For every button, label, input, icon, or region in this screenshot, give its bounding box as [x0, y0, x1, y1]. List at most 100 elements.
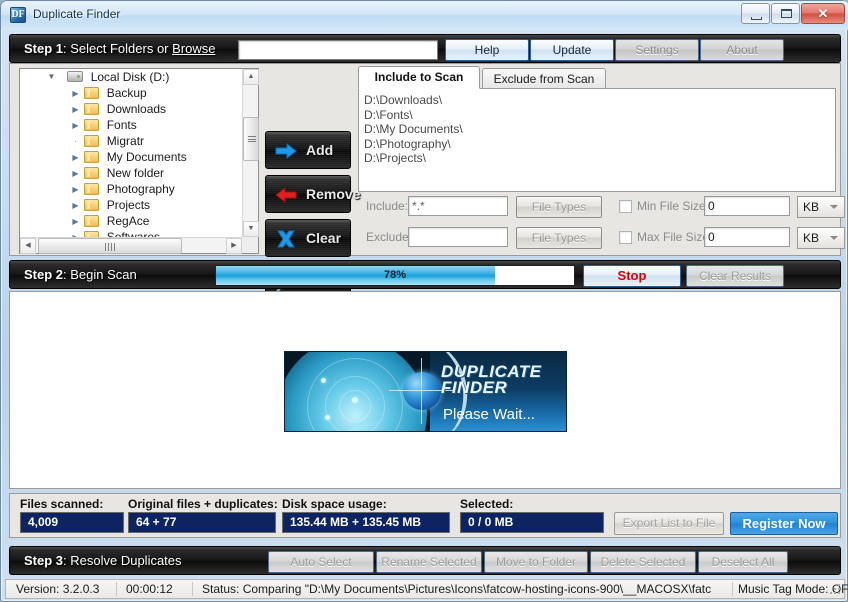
include-filter-input[interactable]: *.* — [408, 196, 508, 216]
scroll-thumb-grip — [105, 243, 115, 251]
scrollbar-corner — [242, 237, 258, 253]
files-scanned-label: Files scanned: — [20, 497, 104, 511]
scan-progress-bar: 78% — [215, 265, 575, 286]
tree-item-label: My Documents — [106, 150, 187, 164]
scroll-up-icon[interactable]: ▲ — [243, 69, 259, 85]
scroll-right-icon[interactable]: ▶ — [226, 238, 242, 254]
tab-exclude-from-scan[interactable]: Exclude from Scan — [482, 68, 606, 89]
radar-blip — [321, 378, 326, 383]
step1-number: Step 1 — [24, 41, 64, 56]
please-wait-banner: DUPLICATE FINDER Please Wait... — [284, 351, 567, 432]
chevron-right-icon[interactable]: ▶ — [70, 182, 81, 198]
auto-select-button[interactable]: Auto Select — [268, 551, 374, 573]
app-icon: DF — [10, 7, 26, 23]
folder-tree-content: ▼ Local Disk (D:) ▶ Backup ▶ Downloads ▶ — [20, 69, 242, 237]
chevron-right-icon[interactable]: ▶ — [70, 150, 81, 166]
scan-progress-label: 78% — [383, 269, 407, 281]
include-file-types-button[interactable]: File Types — [516, 196, 602, 218]
chevron-right-icon[interactable]: ▶ — [70, 102, 81, 118]
exclude-filter-label: Exclude: — [366, 230, 413, 244]
update-button[interactable]: Update — [530, 39, 614, 61]
about-button[interactable]: About — [700, 39, 784, 61]
scroll-down-icon[interactable]: ▼ — [243, 221, 259, 237]
exclude-filter-input[interactable] — [408, 227, 508, 247]
maximize-button[interactable] — [771, 3, 800, 24]
max-file-size-input[interactable]: 0 — [704, 227, 790, 247]
remove-button-label: Remove — [306, 186, 361, 202]
chevron-right-icon[interactable]: ▶ — [70, 198, 81, 214]
disk-space-value: 135.44 MB + 135.45 MB — [282, 512, 450, 533]
tree-vertical-scrollbar[interactable]: ▲ ▼ — [242, 69, 259, 237]
tree-item[interactable]: ▶ Projects — [20, 197, 242, 213]
include-path-list[interactable]: D:\Downloads\ D:\Fonts\ D:\My Documents\… — [358, 88, 836, 192]
tree-item[interactable]: ▶ RegAce — [20, 213, 242, 229]
step1-title: Step 1: Select Folders or Browse — [24, 41, 215, 56]
folder-icon — [84, 135, 100, 147]
selected-label: Selected: — [460, 497, 514, 511]
folder-icon — [84, 151, 100, 163]
clear-button[interactable]: Clear — [265, 219, 351, 257]
browse-input[interactable] — [238, 40, 438, 60]
step2-title: Step 2: Begin Scan — [24, 267, 137, 282]
rename-selected-button[interactable]: Rename Selected — [376, 551, 482, 573]
exclude-file-types-button[interactable]: File Types — [516, 227, 602, 249]
chevron-right-icon[interactable]: ▶ — [70, 230, 81, 237]
max-file-size-unit-select[interactable]: KB — [797, 227, 845, 249]
tree-item[interactable]: ▶ Fonts — [20, 117, 242, 133]
close-button[interactable]: ✕ — [801, 3, 845, 24]
stop-button[interactable]: Stop — [583, 265, 681, 287]
min-file-size-label: Min File Size — [637, 199, 706, 213]
step2-text: Begin Scan — [70, 267, 137, 282]
vertical-scroll-thumb[interactable] — [243, 117, 259, 161]
min-file-size-unit-select[interactable]: KB — [797, 196, 845, 218]
tree-item[interactable]: · Migratr — [20, 133, 242, 149]
deselect-all-button[interactable]: Deselect All — [698, 551, 788, 573]
minimize-button[interactable] — [741, 3, 770, 24]
add-button[interactable]: Add — [265, 131, 351, 169]
help-button[interactable]: Help — [445, 39, 529, 61]
chevron-right-icon[interactable]: ▶ — [70, 86, 81, 102]
globe-icon — [403, 372, 441, 410]
tree-item-label: Migratr — [106, 134, 145, 148]
chevron-down-icon — [830, 205, 838, 209]
min-file-size-input[interactable]: 0 — [704, 196, 790, 216]
path-list-item[interactable]: D:\Fonts\ — [359, 108, 835, 123]
chevron-right-icon[interactable]: ▶ — [70, 214, 81, 230]
folder-tree[interactable]: ▼ Local Disk (D:) ▶ Backup ▶ Downloads ▶ — [19, 68, 259, 254]
tree-item[interactable]: ▶ Softwares — [20, 229, 242, 237]
path-list-item[interactable]: D:\Photography\ — [359, 137, 835, 152]
tree-item[interactable]: ▶ New folder — [20, 165, 242, 181]
tree-item[interactable]: ▶ Downloads — [20, 101, 242, 117]
path-list-item[interactable]: D:\Downloads\ — [359, 93, 835, 108]
delete-selected-button[interactable]: Delete Selected — [590, 551, 696, 573]
tree-item[interactable]: ▶ Backup — [20, 85, 242, 101]
chevron-right-icon[interactable]: ▶ — [70, 166, 81, 182]
move-to-folder-button[interactable]: Move to Folder — [484, 551, 588, 573]
crosshair-vertical — [421, 358, 422, 424]
scroll-thumb-grip — [248, 136, 256, 142]
resize-grip[interactable] — [830, 584, 842, 596]
browse-link[interactable]: Browse — [172, 41, 215, 56]
version-text: Version: 3.2.0.3 — [16, 582, 100, 596]
max-file-size-label: Max File Size — [637, 230, 710, 244]
horizontal-scroll-thumb[interactable] — [38, 238, 182, 254]
max-file-size-unit-value: KB — [803, 231, 820, 245]
scroll-left-icon[interactable]: ◀ — [20, 238, 36, 254]
path-list-item[interactable]: D:\My Documents\ — [359, 122, 835, 137]
tree-root-row[interactable]: ▼ Local Disk (D:) — [20, 69, 242, 85]
tree-item[interactable]: ▶ My Documents — [20, 149, 242, 165]
tree-horizontal-scrollbar[interactable]: ◀ ▶ — [20, 237, 242, 254]
remove-button[interactable]: Remove — [265, 175, 360, 213]
path-list-item[interactable]: D:\Projects\ — [359, 151, 835, 166]
settings-button[interactable]: Settings — [615, 39, 699, 61]
min-file-size-checkbox[interactable] — [619, 200, 632, 213]
register-now-button[interactable]: Register Now — [730, 512, 838, 535]
max-file-size-checkbox[interactable] — [619, 231, 632, 244]
chevron-right-icon[interactable]: ▶ — [70, 118, 81, 134]
clear-results-button[interactable]: Clear Results — [686, 265, 784, 287]
chevron-down-icon[interactable]: ▼ — [46, 69, 57, 85]
tab-include-to-scan[interactable]: Include to Scan — [358, 66, 480, 89]
close-icon: ✕ — [817, 6, 829, 21]
tree-item[interactable]: ▶ Photography — [20, 181, 242, 197]
export-list-button[interactable]: Export List to File — [614, 512, 724, 535]
